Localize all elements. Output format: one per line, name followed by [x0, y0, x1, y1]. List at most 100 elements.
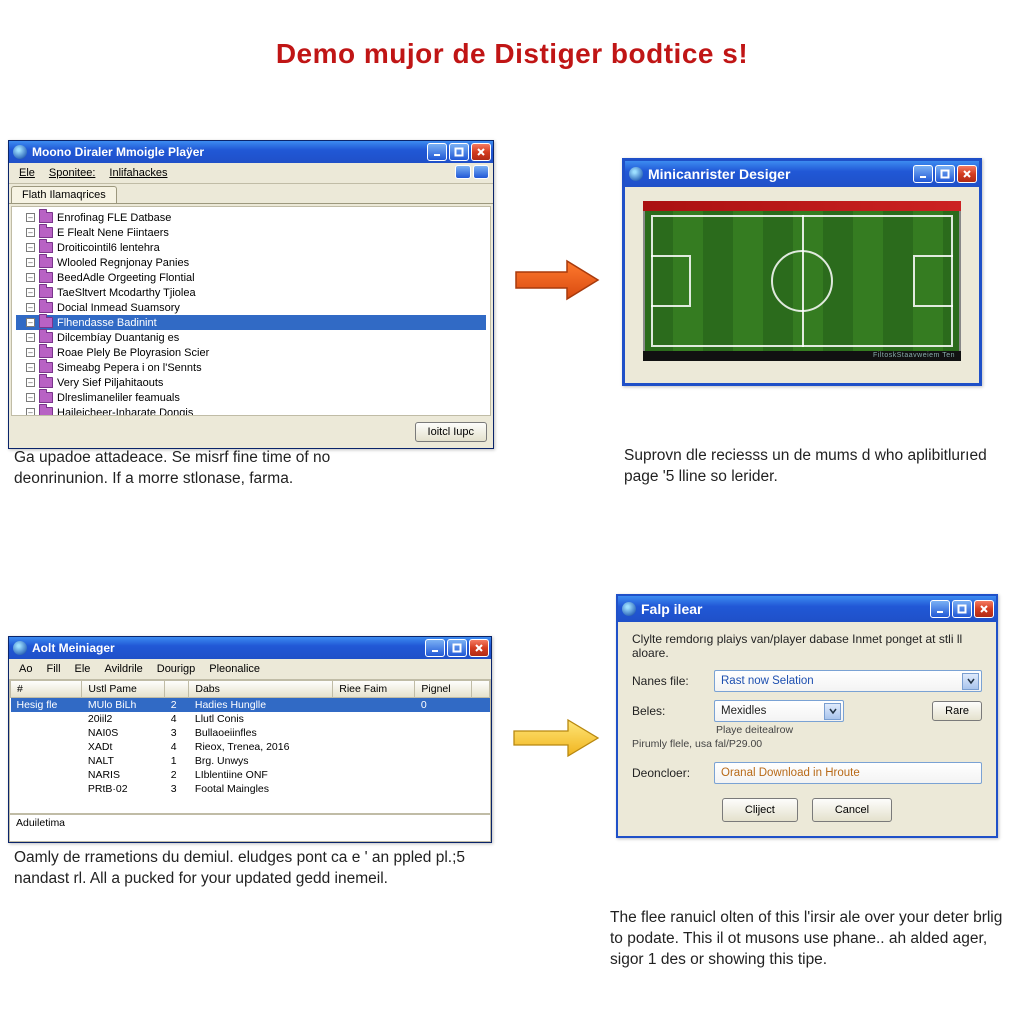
- tree-item[interactable]: –Droiticointil6 lentehra: [16, 240, 486, 255]
- tree-item-label: Docial Inmead Suamsory: [57, 302, 180, 314]
- twisty-icon[interactable]: –: [26, 378, 35, 387]
- tree-item[interactable]: –Simeabg Pepera i on l'Sennts: [16, 360, 486, 375]
- twisty-icon[interactable]: –: [26, 318, 35, 327]
- download-select[interactable]: Oranal Download in Hroute: [714, 762, 982, 784]
- cell: Bullaoeiinfles: [189, 726, 333, 740]
- table-row[interactable]: Hesig fleMUlo BiLh2Hadies Hunglle0: [11, 698, 490, 713]
- tree-item[interactable]: –Dilcembíay Duantanig es: [16, 330, 486, 345]
- tree-item[interactable]: –Roae Plely Be Ployrasion Scier: [16, 345, 486, 360]
- twisty-icon[interactable]: –: [26, 288, 35, 297]
- twisty-icon[interactable]: –: [26, 348, 35, 357]
- tree-item[interactable]: –E Flealt Nene Fiintaers: [16, 225, 486, 240]
- minimize-button[interactable]: [427, 143, 447, 161]
- table-row[interactable]: 20iil24Llutl Conis: [11, 712, 490, 726]
- twisty-icon[interactable]: –: [26, 408, 35, 416]
- tree-item-label: Very Sief Piljahitaouts: [57, 377, 163, 389]
- cancel-button[interactable]: Cancel: [812, 798, 892, 822]
- help-icon[interactable]: [455, 165, 471, 179]
- cell: NARIS: [82, 768, 165, 782]
- win1-menu-1[interactable]: Sponitee:: [43, 165, 101, 181]
- cell: [472, 782, 490, 796]
- cell: [333, 712, 415, 726]
- cell: [415, 740, 472, 754]
- win2-titlebar[interactable]: Minicanrister Desiger: [625, 161, 979, 187]
- tree-item-label: Flhendasse Badinint: [57, 317, 157, 329]
- tree-item[interactable]: – Docial Inmead Suamsory: [16, 300, 486, 315]
- maximize-button[interactable]: [952, 600, 972, 618]
- twisty-icon[interactable]: –: [26, 363, 35, 372]
- arrow-right-1: [512, 255, 602, 305]
- load-button[interactable]: Ioitcl Iupc: [415, 422, 487, 442]
- win3-m1[interactable]: Fill: [40, 661, 66, 677]
- table-row[interactable]: PRtB·023Footal Maingles: [11, 782, 490, 796]
- win3-titlebar[interactable]: Aolt Meiniager: [9, 637, 491, 659]
- maximize-button[interactable]: [447, 639, 467, 657]
- twisty-icon[interactable]: –: [26, 393, 35, 402]
- ok-button[interactable]: Cliject: [722, 798, 798, 822]
- cell: [333, 740, 415, 754]
- twisty-icon[interactable]: –: [26, 243, 35, 252]
- caption-1: Ga upadoe attadeace. Se misrf fine time …: [14, 448, 394, 490]
- rare-button[interactable]: Rare: [932, 701, 982, 721]
- maximize-button[interactable]: [935, 165, 955, 183]
- table-row[interactable]: XADt4Rieox, Trenea, 2016: [11, 740, 490, 754]
- caption-4: The flee ranuicl olten of this l'irsir a…: [610, 908, 1010, 971]
- table-row[interactable]: NAI0S3Bullaoeiinfles: [11, 726, 490, 740]
- cell: [472, 768, 490, 782]
- close-button[interactable]: [974, 600, 994, 618]
- tree-item[interactable]: – Flhendasse Badinint: [16, 315, 486, 330]
- twisty-icon[interactable]: –: [26, 228, 35, 237]
- column-header[interactable]: Dabs: [189, 681, 333, 698]
- cell: [472, 740, 490, 754]
- tree-item[interactable]: – Haileicheer-Inharate Dongis: [16, 405, 486, 416]
- sub-play: Playe deitealrow: [716, 724, 982, 736]
- manager-window: Aolt Meiniager Ao Fill Ele Avildrile Dou…: [8, 636, 492, 843]
- column-header[interactable]: [472, 681, 490, 698]
- minimize-button[interactable]: [913, 165, 933, 183]
- data-grid[interactable]: #Ustl Pame DabsRiee FaimPignelHesig fleMU…: [9, 680, 491, 814]
- win4-titlebar[interactable]: Falp ilear: [618, 596, 996, 622]
- tree-item[interactable]: –Enrofinag FLE Datbase: [16, 210, 486, 225]
- win3-m2[interactable]: Ele: [69, 661, 97, 677]
- twisty-icon[interactable]: –: [26, 333, 35, 342]
- win3-m4[interactable]: Dourigp: [151, 661, 202, 677]
- table-row[interactable]: NALT1Brg. Unwys: [11, 754, 490, 768]
- names-select[interactable]: Rast now Selation: [714, 670, 982, 692]
- folder-icon: [39, 407, 53, 416]
- close-button[interactable]: [469, 639, 489, 657]
- close-button[interactable]: [957, 165, 977, 183]
- twisty-icon[interactable]: –: [26, 213, 35, 222]
- tree-item-label: Haileicheer-Inharate Dongis: [57, 407, 193, 417]
- win1-menu-0[interactable]: Ele: [13, 165, 41, 181]
- tree-item-label: Dlreslimaneliler feamuals: [57, 392, 180, 404]
- pin-icon[interactable]: [473, 165, 489, 179]
- folder-tree[interactable]: –Enrofinag FLE Datbase–E Flealt Nene Fii…: [11, 206, 491, 416]
- twisty-icon[interactable]: –: [26, 258, 35, 267]
- beles-select[interactable]: Mexidles: [714, 700, 844, 722]
- column-header[interactable]: Riee Faim: [333, 681, 415, 698]
- win3-m3[interactable]: Avildrile: [98, 661, 148, 677]
- twisty-icon[interactable]: –: [26, 303, 35, 312]
- maximize-button[interactable]: [449, 143, 469, 161]
- twisty-icon[interactable]: –: [26, 273, 35, 282]
- close-button[interactable]: [471, 143, 491, 161]
- tree-item[interactable]: –Wlooled Regnjonay Panies: [16, 255, 486, 270]
- minimize-button[interactable]: [930, 600, 950, 618]
- minimize-button[interactable]: [425, 639, 445, 657]
- column-header[interactable]: Ustl Pame: [82, 681, 165, 698]
- win1-titlebar[interactable]: Moono Diraler Mmoigle Plaÿer: [9, 141, 493, 163]
- column-header[interactable]: #: [11, 681, 82, 698]
- tree-item[interactable]: – Dlreslimaneliler feamuals: [16, 390, 486, 405]
- tree-item[interactable]: – Very Sief Piljahitaouts: [16, 375, 486, 390]
- tree-item[interactable]: – TaeSltvert Mcodarthy Tjiolea: [16, 285, 486, 300]
- tree-item[interactable]: –BeedAdle Orgeeting Flontial: [16, 270, 486, 285]
- tree-item-label: TaeSltvert Mcodarthy Tjiolea: [57, 287, 196, 299]
- column-header[interactable]: Pignel: [415, 681, 472, 698]
- table-row[interactable]: NARIS2LIblentiine ONF: [11, 768, 490, 782]
- win3-m0[interactable]: Ao: [13, 661, 38, 677]
- cell: [415, 768, 472, 782]
- win3-m5[interactable]: Pleonalice: [203, 661, 266, 677]
- column-header[interactable]: [165, 681, 189, 698]
- win1-menu-2[interactable]: Inlifahackes: [103, 165, 173, 181]
- tab-main[interactable]: Flath Ilamaqrices: [11, 186, 117, 203]
